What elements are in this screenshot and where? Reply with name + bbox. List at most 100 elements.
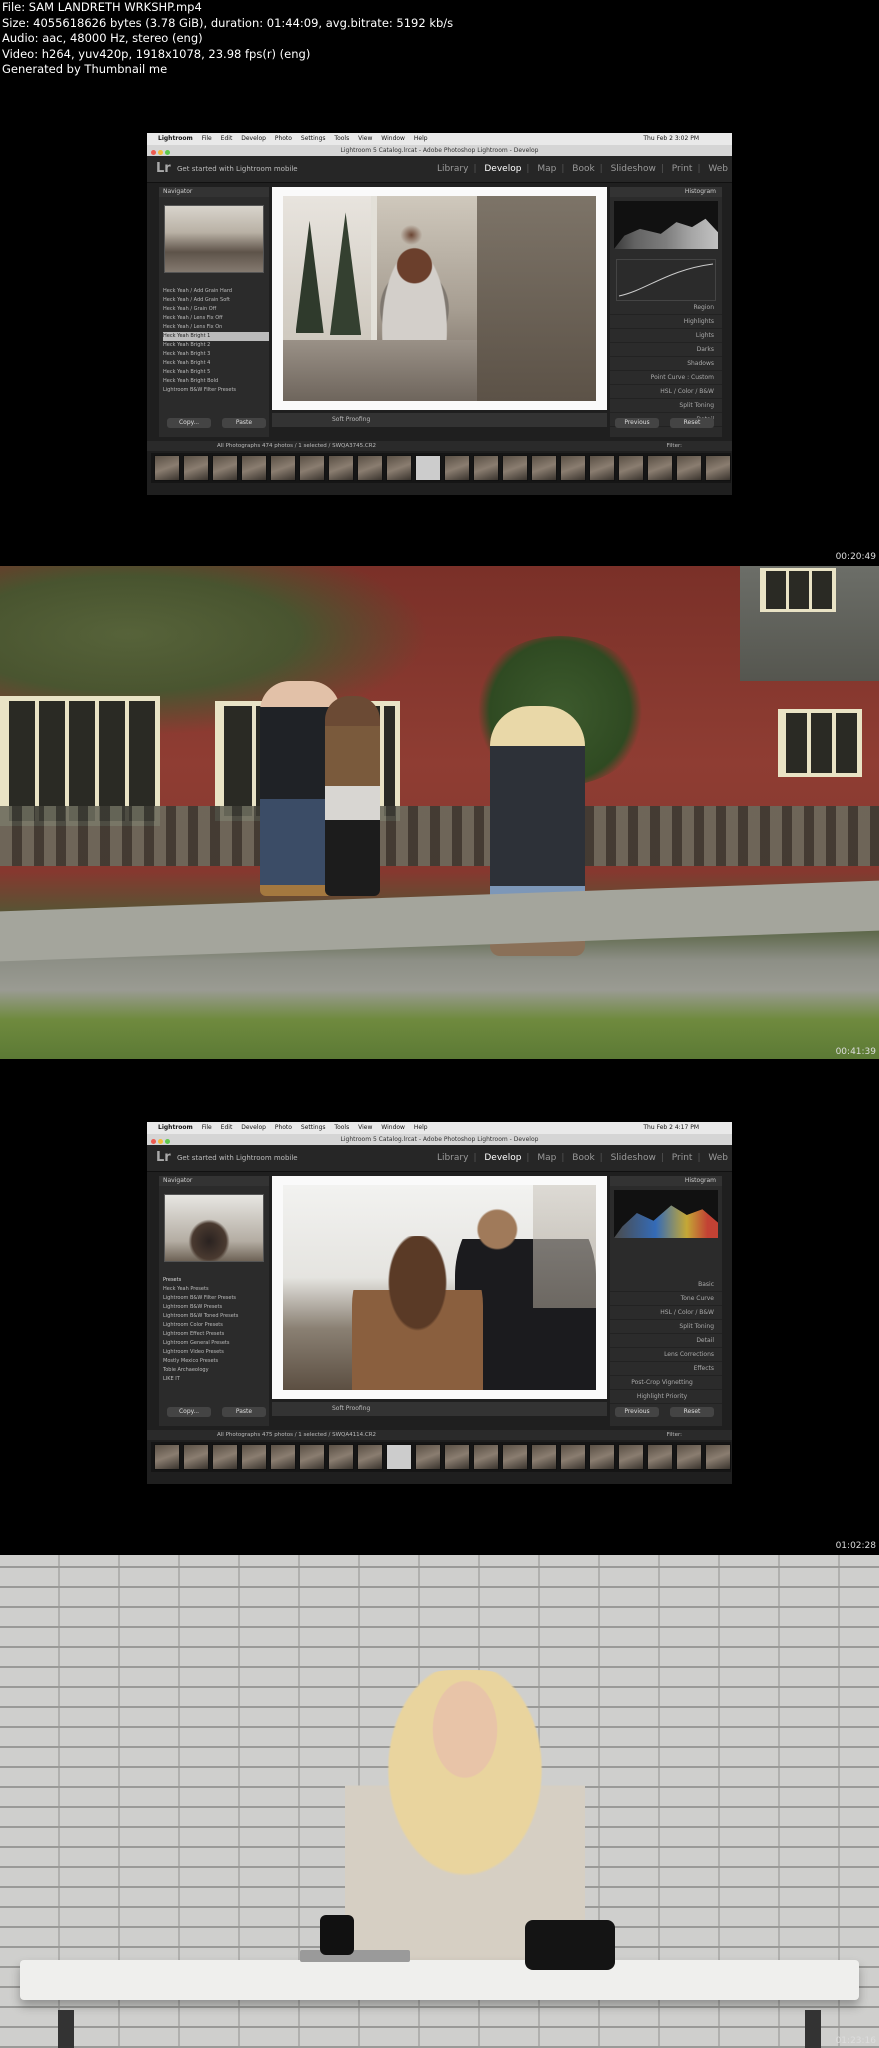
panel-row[interactable]: Region (610, 301, 722, 315)
preset-item[interactable]: Heck Yeah Bright 3 (163, 350, 269, 359)
menu-file[interactable]: File (202, 1124, 212, 1131)
filmstrip-thumb[interactable] (531, 1444, 557, 1470)
filmstrip-thumb[interactable] (647, 455, 673, 481)
preset-item[interactable]: Heck Yeah Bright 2 (163, 341, 269, 350)
module-library[interactable]: Library (437, 1153, 468, 1163)
filmstrip-thumb[interactable] (560, 1444, 586, 1470)
filmstrip-thumb[interactable] (241, 455, 267, 481)
module-develop[interactable]: Develop (484, 164, 521, 174)
preset-item-selected[interactable]: Heck Yeah Bright 1 (163, 332, 269, 341)
paste-button[interactable]: Paste (222, 1407, 266, 1417)
filmstrip-thumb[interactable] (705, 1444, 731, 1470)
navigator-thumbnail[interactable] (164, 1194, 264, 1262)
close-icon[interactable] (151, 150, 156, 155)
preset-item[interactable]: Heck Yeah / Add Grain Soft (163, 296, 269, 305)
preset-folder[interactable]: Heck Yeah Presets (163, 1285, 269, 1294)
panel-row[interactable]: Effects (610, 1362, 722, 1376)
filmstrip-thumb[interactable] (473, 1444, 499, 1470)
reset-button[interactable]: Reset (670, 1407, 714, 1417)
filmstrip-source[interactable]: All Photographs 474 photos / 1 selected … (217, 443, 376, 449)
minimize-icon[interactable] (158, 1139, 163, 1144)
main-photo[interactable] (283, 196, 596, 401)
navigator-header[interactable]: Navigator (159, 1176, 269, 1186)
filmstrip-thumb[interactable] (154, 1444, 180, 1470)
menu-window[interactable]: Window (381, 135, 405, 142)
filmstrip-thumb[interactable] (183, 455, 209, 481)
histogram-header[interactable]: Histogram (610, 1176, 722, 1186)
filmstrip-thumb[interactable] (473, 455, 499, 481)
module-web[interactable]: Web (708, 1153, 728, 1163)
filmstrip-thumb[interactable] (328, 1444, 354, 1470)
module-library[interactable]: Library (437, 164, 468, 174)
filmstrip-thumb[interactable] (270, 455, 296, 481)
maximize-icon[interactable] (165, 150, 170, 155)
preset-folder[interactable]: LIKE IT (163, 1375, 269, 1384)
menu-window[interactable]: Window (381, 1124, 405, 1131)
previous-button[interactable]: Previous (615, 418, 659, 428)
filmstrip-thumb[interactable] (705, 455, 731, 481)
soft-proofing-label[interactable]: Soft Proofing (332, 1405, 370, 1412)
menu-settings[interactable]: Settings (301, 1124, 326, 1131)
panel-row[interactable]: Highlight Priority (610, 1390, 722, 1404)
copy-button[interactable]: Copy... (167, 1407, 211, 1417)
menu-tools[interactable]: Tools (334, 135, 349, 142)
preset-folder[interactable]: Lightroom B&W Presets (163, 1303, 269, 1312)
preset-item[interactable]: Heck Yeah / Grain Off (163, 305, 269, 314)
panel-row[interactable]: Basic (610, 1278, 722, 1292)
panel-row[interactable]: Lights (610, 329, 722, 343)
lr-mobile-link[interactable]: Get started with Lightroom mobile (177, 1154, 298, 1162)
filmstrip-thumb[interactable] (183, 1444, 209, 1470)
filmstrip-thumb[interactable] (647, 1444, 673, 1470)
presets-header[interactable]: Presets (163, 1276, 269, 1285)
navigator-header[interactable]: Navigator (159, 187, 269, 197)
filmstrip-thumb-selected[interactable] (415, 455, 441, 481)
panel-row[interactable]: Detail (610, 1334, 722, 1348)
preset-folder[interactable]: Lightroom Video Presets (163, 1348, 269, 1357)
preset-folder[interactable]: Tobie Archaeology (163, 1366, 269, 1375)
panel-row[interactable]: Split Toning (610, 399, 722, 413)
filmstrip-thumb[interactable] (589, 455, 615, 481)
menu-develop[interactable]: Develop (241, 1124, 266, 1131)
filmstrip-thumb[interactable] (241, 1444, 267, 1470)
filmstrip-thumb[interactable] (589, 1444, 615, 1470)
maximize-icon[interactable] (165, 1139, 170, 1144)
filmstrip-thumb[interactable] (299, 1444, 325, 1470)
module-develop[interactable]: Develop (484, 1153, 521, 1163)
paste-button[interactable]: Paste (222, 418, 266, 428)
panel-row[interactable]: Darks (610, 343, 722, 357)
menu-view[interactable]: View (358, 135, 372, 142)
preset-folder[interactable]: Lightroom B&W Filter Presets (163, 1294, 269, 1303)
filmstrip-filter[interactable]: Filter: (667, 1430, 682, 1440)
preset-item[interactable]: Heck Yeah Bright Bold (163, 377, 269, 386)
filmstrip-thumb[interactable] (444, 455, 470, 481)
filmstrip-thumb[interactable] (270, 1444, 296, 1470)
previous-button[interactable]: Previous (615, 1407, 659, 1417)
preset-folder[interactable]: Lightroom B&W Toned Presets (163, 1312, 269, 1321)
panel-row[interactable]: Split Toning (610, 1320, 722, 1334)
preset-folder[interactable]: Lightroom Color Presets (163, 1321, 269, 1330)
preset-item[interactable]: Heck Yeah Bright 5 (163, 368, 269, 377)
filmstrip-thumb-selected[interactable] (386, 1444, 412, 1470)
menu-tools[interactable]: Tools (334, 1124, 349, 1131)
filmstrip-filter[interactable]: Filter: (667, 441, 682, 451)
filmstrip-thumb[interactable] (618, 1444, 644, 1470)
module-slideshow[interactable]: Slideshow (611, 1153, 656, 1163)
filmstrip-thumb[interactable] (502, 1444, 528, 1470)
minimize-icon[interactable] (158, 150, 163, 155)
menu-photo[interactable]: Photo (275, 1124, 292, 1131)
module-print[interactable]: Print (672, 1153, 693, 1163)
module-map[interactable]: Map (537, 1153, 556, 1163)
preset-item[interactable]: Heck Yeah / Add Grain Hard (163, 287, 269, 296)
filmstrip-thumb[interactable] (676, 1444, 702, 1470)
filmstrip-thumb[interactable] (212, 455, 238, 481)
menu-settings[interactable]: Settings (301, 135, 326, 142)
preset-item[interactable]: Heck Yeah / Lens Fix Off (163, 314, 269, 323)
module-print[interactable]: Print (672, 164, 693, 174)
reset-button[interactable]: Reset (670, 418, 714, 428)
module-book[interactable]: Book (572, 1153, 594, 1163)
preset-folder[interactable]: Lightroom Effect Presets (163, 1330, 269, 1339)
filmstrip-source[interactable]: All Photographs 475 photos / 1 selected … (217, 1432, 376, 1438)
menu-view[interactable]: View (358, 1124, 372, 1131)
panel-row[interactable]: Point Curve : Custom (610, 371, 722, 385)
main-photo[interactable] (283, 1185, 596, 1390)
